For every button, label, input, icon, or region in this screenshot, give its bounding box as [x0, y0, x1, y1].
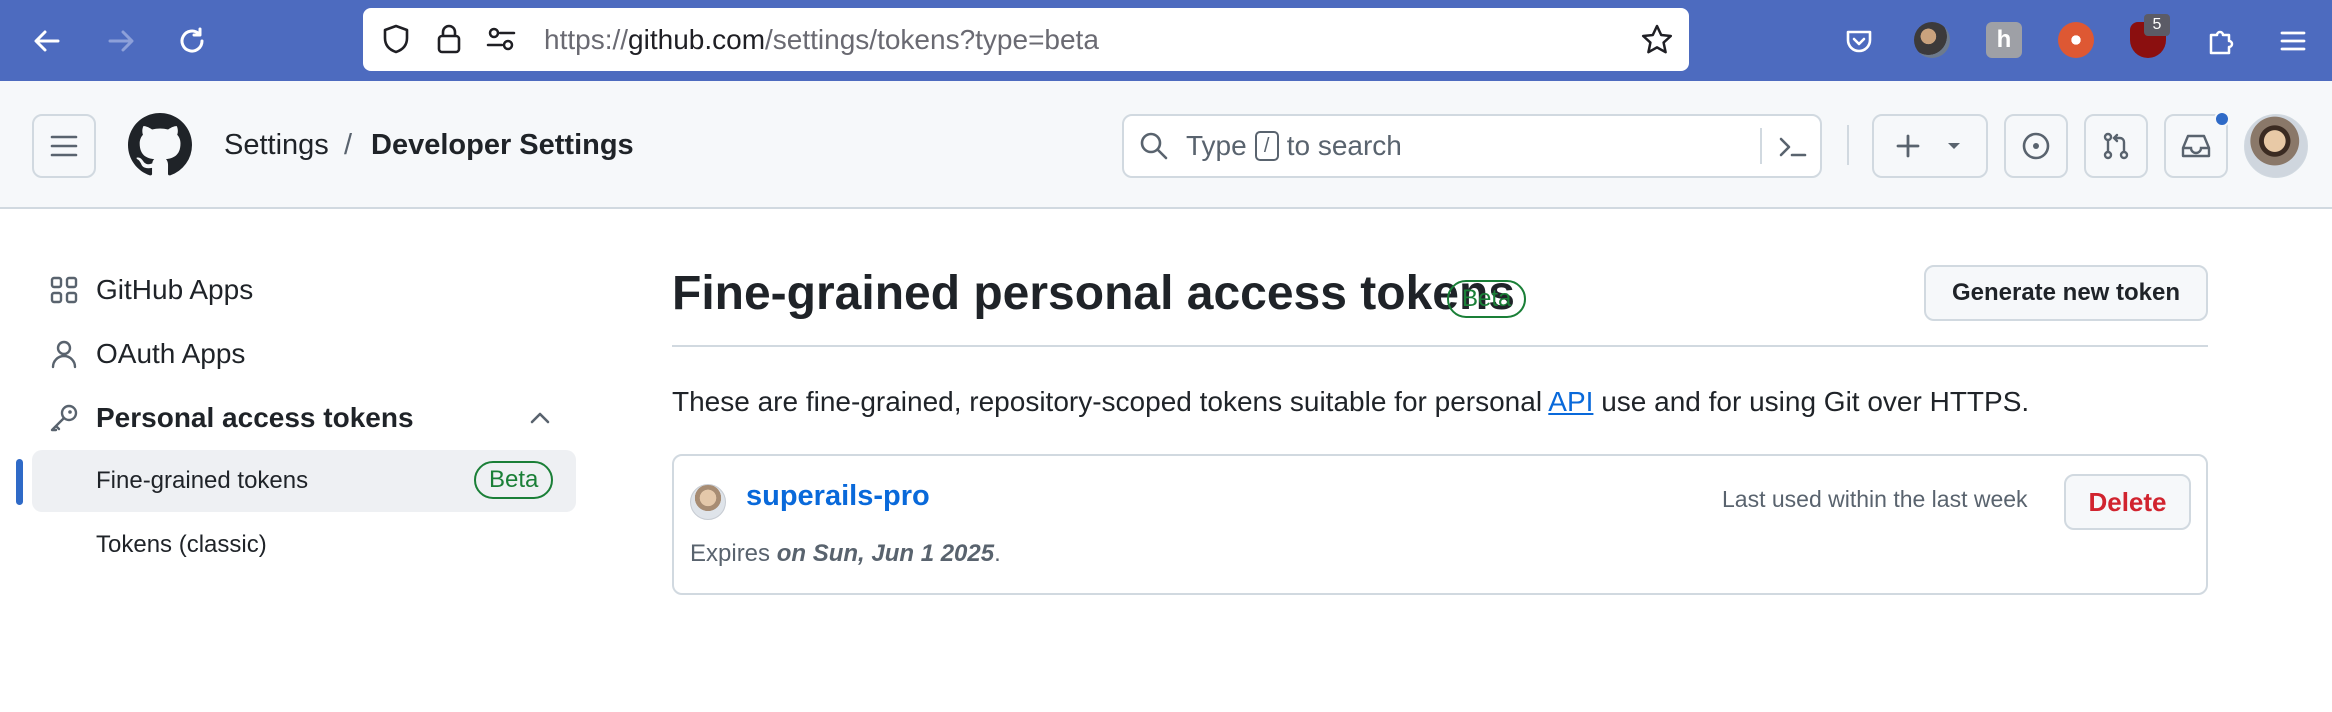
hypothesis-extension-icon[interactable]: h	[1986, 22, 2022, 58]
sidebar-item-label: GitHub Apps	[96, 274, 254, 305]
forward-icon[interactable]	[102, 22, 140, 60]
command-palette-icon[interactable]	[1774, 128, 1812, 166]
hamburger-icon	[50, 135, 78, 157]
title-divider	[672, 345, 2208, 347]
page-title: Fine-grained personal access tokens	[672, 267, 1515, 320]
bookmark-star-icon[interactable]	[1639, 22, 1675, 58]
sidebar-item-github-apps[interactable]: GitHub Apps	[32, 260, 576, 320]
search-shortcut-key: /	[1254, 131, 1279, 161]
sidebar-item-personal-access-tokens[interactable]: Personal access tokens	[32, 388, 576, 448]
url-scheme: https://	[544, 24, 629, 55]
sidebar-item-oauth-apps[interactable]: OAuth Apps	[32, 324, 576, 384]
reload-icon[interactable]	[173, 22, 211, 60]
key-icon	[48, 402, 80, 434]
token-list-item: superails-pro Last used within the last …	[672, 454, 2208, 595]
generate-new-token-button[interactable]: Generate new token	[1924, 265, 2208, 321]
apps-icon	[48, 274, 80, 306]
open-navigation-button[interactable]	[32, 114, 96, 178]
beta-badge: Beta	[1447, 280, 1527, 318]
issue-icon	[2022, 132, 2050, 160]
token-name-link[interactable]: superails-pro	[746, 480, 930, 513]
browser-toolbar: https://github.com/settings/tokens?type=…	[0, 0, 2332, 81]
menu-icon[interactable]	[2274, 22, 2312, 60]
shield-icon[interactable]	[379, 22, 413, 56]
caret-down-icon	[1948, 143, 1960, 149]
breadcrumb-current[interactable]: Developer Settings	[371, 81, 634, 209]
page-description: These are fine-grained, repository-scope…	[672, 384, 2029, 420]
breadcrumb-settings[interactable]: Settings	[224, 81, 329, 209]
extensions-puzzle-icon[interactable]	[2202, 22, 2240, 60]
expires-prefix: Expires	[690, 540, 777, 567]
notification-dot	[2214, 111, 2230, 127]
description-text-end: use and for using Git over HTTPS.	[1593, 386, 2030, 417]
site-header: Settings / Developer Settings Type / to …	[0, 81, 2332, 209]
github-logo-icon[interactable]	[128, 113, 192, 177]
search-divider	[1760, 128, 1762, 164]
sidebar-item-fine-grained-tokens[interactable]: Fine-grained tokens Beta	[32, 450, 576, 512]
description-text: These are fine-grained, repository-scope…	[672, 386, 1549, 417]
beta-badge: Beta	[474, 461, 554, 499]
issues-button[interactable]	[2004, 114, 2068, 178]
delete-token-button[interactable]: Delete	[2064, 474, 2191, 530]
inbox-icon	[2181, 134, 2211, 158]
breadcrumb-separator: /	[344, 129, 353, 161]
api-link[interactable]: API	[1548, 386, 1593, 417]
search-prefix: Type	[1186, 130, 1247, 161]
chevron-up-icon[interactable]	[526, 404, 554, 439]
url-text[interactable]: https://github.com/settings/tokens?type=…	[544, 8, 1099, 71]
expires-date: on Sun, Jun 1 2025	[776, 540, 995, 567]
token-expiration: Expires on Sun, Jun 1 2025.	[690, 540, 1001, 568]
back-icon[interactable]	[28, 22, 66, 60]
lock-icon[interactable]	[432, 22, 466, 56]
plus-icon	[1896, 134, 1920, 158]
search-input[interactable]: Type / to search	[1122, 114, 1822, 178]
sidebar-item-label: Personal access tokens	[96, 402, 414, 433]
sidebar-item-label: OAuth Apps	[96, 338, 246, 369]
extension-badge: 5	[2144, 14, 2170, 36]
active-nav-indicator	[16, 459, 23, 505]
token-owner-avatar	[690, 484, 726, 520]
pull-request-icon	[2103, 132, 2129, 160]
page-settings-icon[interactable]	[484, 22, 518, 56]
url-path: /settings/tokens?type=beta	[765, 24, 1099, 55]
search-suffix: to search	[1286, 130, 1402, 161]
url-host: github.com	[628, 24, 766, 55]
sidebar-item-tokens-classic[interactable]: Tokens (classic)	[32, 514, 576, 576]
profile-extension-icon[interactable]	[1914, 22, 1950, 58]
sidebar-subitem-label: Fine-grained tokens	[96, 467, 309, 494]
header-divider	[1847, 125, 1849, 165]
pocket-icon[interactable]	[1840, 22, 1878, 60]
expires-suffix: .	[994, 540, 1001, 567]
sidebar-subitem-label: Tokens (classic)	[96, 531, 267, 558]
url-bar[interactable]: https://github.com/settings/tokens?type=…	[363, 8, 1689, 71]
person-icon	[48, 338, 80, 370]
token-last-used: Last used within the last week	[1722, 486, 2028, 512]
search-placeholder: Type / to search	[1186, 116, 1402, 176]
avatar[interactable]	[2244, 114, 2308, 178]
pull-requests-button[interactable]	[2084, 114, 2148, 178]
duckduckgo-extension-icon[interactable]	[2058, 22, 2094, 58]
create-new-button[interactable]	[1872, 114, 1988, 178]
search-icon	[1138, 130, 1170, 162]
